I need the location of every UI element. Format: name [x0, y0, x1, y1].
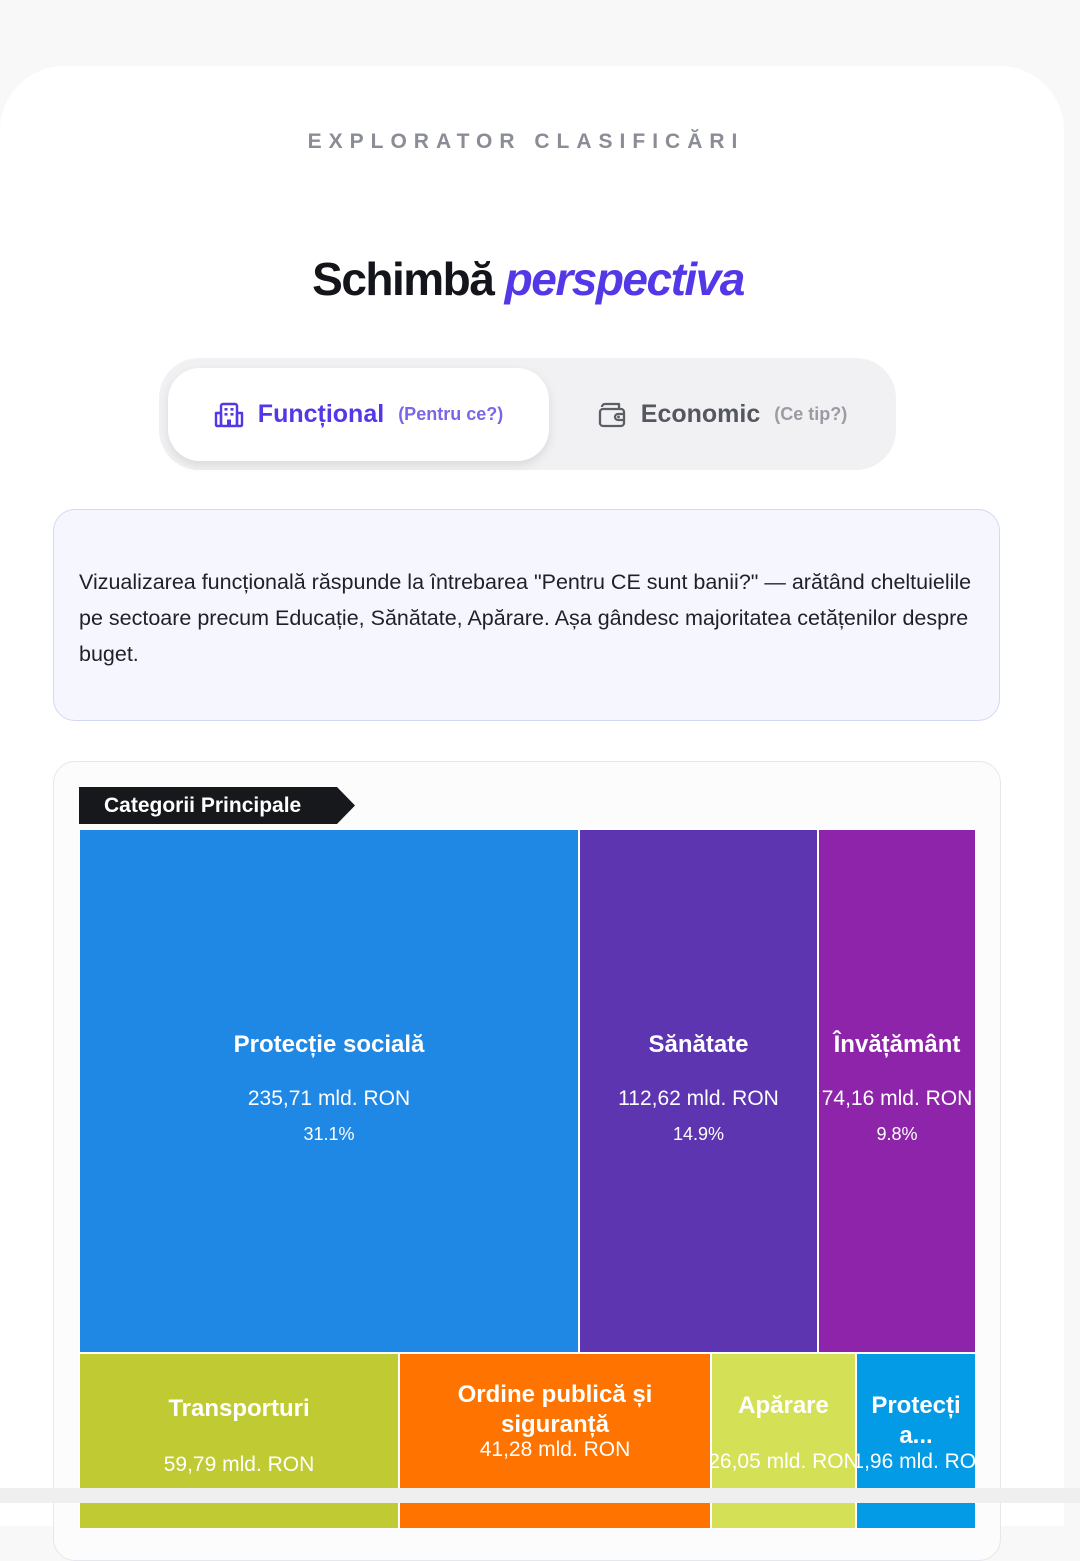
tile-percent: 9.8% — [876, 1124, 918, 1144]
wallet-icon — [597, 401, 627, 429]
tab-functional-sub: (Pentru ce?) — [398, 404, 504, 424]
tab-economic-sub: (Ce tip?) — [774, 404, 848, 424]
tile-name: Transporturi — [168, 1395, 310, 1422]
tile-name: Apărare — [738, 1392, 829, 1419]
tab-functional-label: Funcțional — [257, 400, 385, 428]
tile-name: Sănătate — [648, 1031, 749, 1058]
tile-protectie-sociala[interactable]: Protecție socială 235,71 mld. RON 31.1% — [79, 829, 579, 1353]
tile-amount: 112,62 mld. RON — [618, 1087, 779, 1110]
tile-name: Învățământ — [833, 1031, 961, 1058]
tab-economic-label: Economic — [640, 400, 761, 428]
scroll-edge — [0, 1488, 1080, 1503]
building-icon — [214, 401, 244, 429]
info-box: Vizualizarea funcțională răspunde la înt… — [53, 509, 1000, 721]
tile-name: Protecție socială — [233, 1031, 425, 1058]
tab-functional[interactable]: Funcțional (Pentru ce?) — [168, 368, 549, 461]
tile-amount: 235,71 mld. RON — [247, 1087, 411, 1110]
tile-amount: 21,96 mld. RON — [857, 1450, 976, 1473]
tile-percent: 31.1% — [303, 1124, 355, 1144]
page-title: Schimbă perspectiva — [0, 252, 1056, 306]
tab-economic[interactable]: Economic (Ce tip?) — [557, 368, 887, 461]
title-main: Schimbă — [312, 253, 495, 305]
tile-name: Protecți a... — [871, 1392, 961, 1449]
treemap-ribbon: Categorii Principale — [79, 787, 355, 824]
section-eyebrow: EXPLORATOR CLASIFICĂRI — [307, 130, 745, 153]
tile-amount: 74,16 mld. RON — [821, 1087, 973, 1110]
tile-percent: 14.9% — [672, 1124, 725, 1144]
treemap: Protecție socială 235,71 mld. RON 31.1% … — [79, 829, 976, 1529]
tile-invatamant[interactable]: Învățământ 74,16 mld. RON 9.8% — [818, 829, 976, 1353]
classification-switcher: Funcțional (Pentru ce?) Economic (Ce tip… — [159, 358, 896, 470]
tile-amount: 59,79 mld. RON — [163, 1453, 315, 1476]
tile-sanatate[interactable]: Sănătate 112,62 mld. RON 14.9% — [579, 829, 818, 1353]
tile-amount: 26,05 mld. RON — [711, 1450, 856, 1473]
tile-amount: 41,28 mld. RON — [479, 1438, 631, 1461]
tile-name: Ordine publică și siguranță — [457, 1381, 653, 1438]
title-accent: perspectiva — [504, 253, 746, 305]
